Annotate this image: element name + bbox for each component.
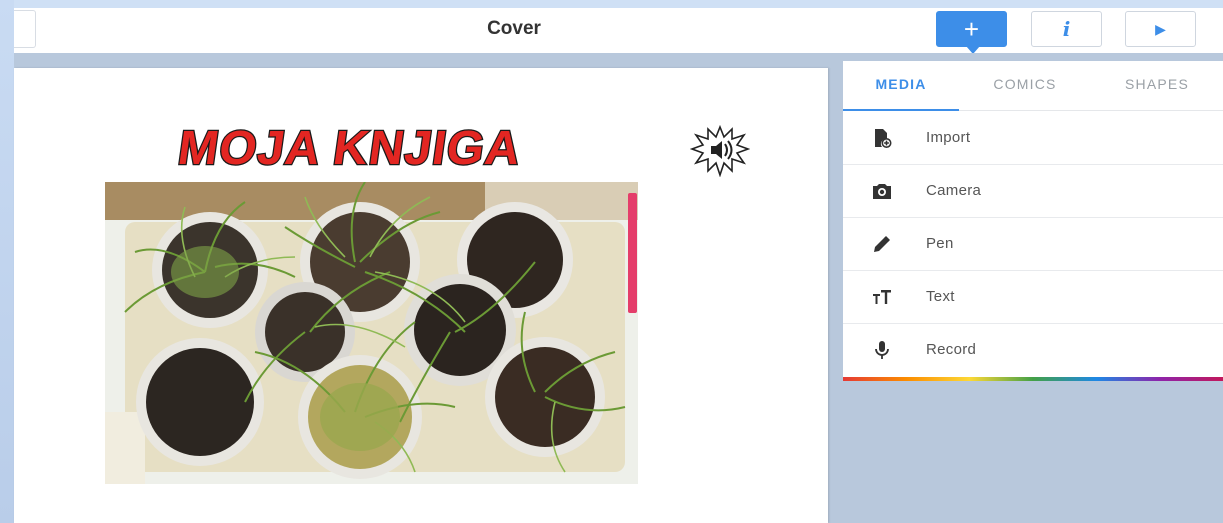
add-button[interactable]: + — [936, 11, 1007, 54]
media-menu: Import Camera Pen Text Record — [843, 112, 1223, 377]
add-content-panel: MEDIA COMICS SHAPES Import Camera Pen Te… — [843, 61, 1223, 381]
plants-in-pots-photo[interactable] — [105, 182, 638, 484]
speaker-icon[interactable] — [689, 124, 751, 178]
tab-comics[interactable]: COMICS — [959, 61, 1091, 111]
rainbow-divider — [843, 377, 1223, 381]
microphone-icon — [872, 340, 892, 360]
menu-item-import[interactable]: Import — [843, 112, 1223, 165]
import-file-icon — [872, 128, 892, 148]
play-icon: ▶ — [1155, 20, 1166, 37]
info-icon: i — [1062, 17, 1071, 41]
window-frame-top — [0, 0, 1223, 8]
pen-icon — [872, 234, 892, 254]
back-button[interactable] — [14, 10, 36, 48]
panel-tabs: MEDIA COMICS SHAPES — [843, 61, 1223, 111]
play-button[interactable]: ▶ — [1125, 11, 1196, 47]
book-title-text[interactable]: MOJA KNJIGA — [168, 118, 528, 178]
menu-item-label: Text — [926, 288, 955, 305]
svg-text:MOJA KNJIGA: MOJA KNJIGA — [175, 121, 525, 175]
camera-icon — [872, 181, 892, 201]
text-icon — [872, 287, 892, 307]
menu-item-label: Pen — [926, 235, 954, 252]
tab-shapes[interactable]: SHAPES — [1091, 61, 1223, 111]
menu-item-camera[interactable]: Camera — [843, 165, 1223, 218]
menu-item-record[interactable]: Record — [843, 324, 1223, 377]
pink-note-edge — [628, 193, 637, 313]
top-toolbar: Cover + i ▶ — [14, 8, 1223, 54]
menu-item-pen[interactable]: Pen — [843, 218, 1223, 271]
info-button[interactable]: i — [1031, 11, 1102, 47]
plus-icon: + — [963, 14, 980, 44]
tab-media[interactable]: MEDIA — [843, 61, 959, 111]
page-title: Cover — [487, 18, 541, 39]
window-frame-left — [0, 0, 14, 523]
menu-item-label: Camera — [926, 182, 982, 199]
menu-item-label: Record — [926, 341, 977, 358]
menu-item-label: Import — [926, 129, 971, 146]
menu-item-text[interactable]: Text — [843, 271, 1223, 324]
